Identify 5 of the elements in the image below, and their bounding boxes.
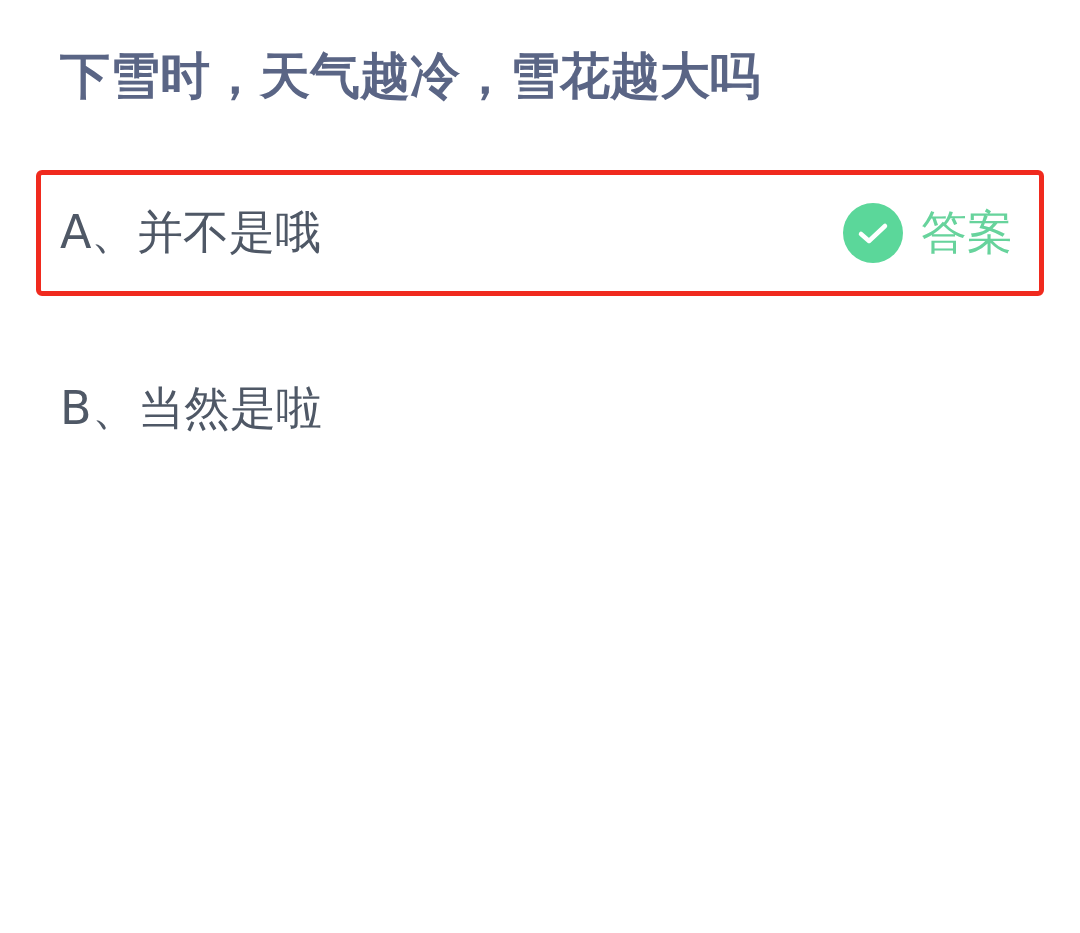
option-label[interactable]: B、当然是啦 xyxy=(60,381,322,437)
option-label[interactable]: A、并不是哦 xyxy=(60,205,322,261)
check-circle-icon xyxy=(843,203,903,263)
answer-label: 答案 xyxy=(921,205,1013,261)
question-title: 下雪时，天气越冷，雪花越大吗 xyxy=(60,46,760,106)
